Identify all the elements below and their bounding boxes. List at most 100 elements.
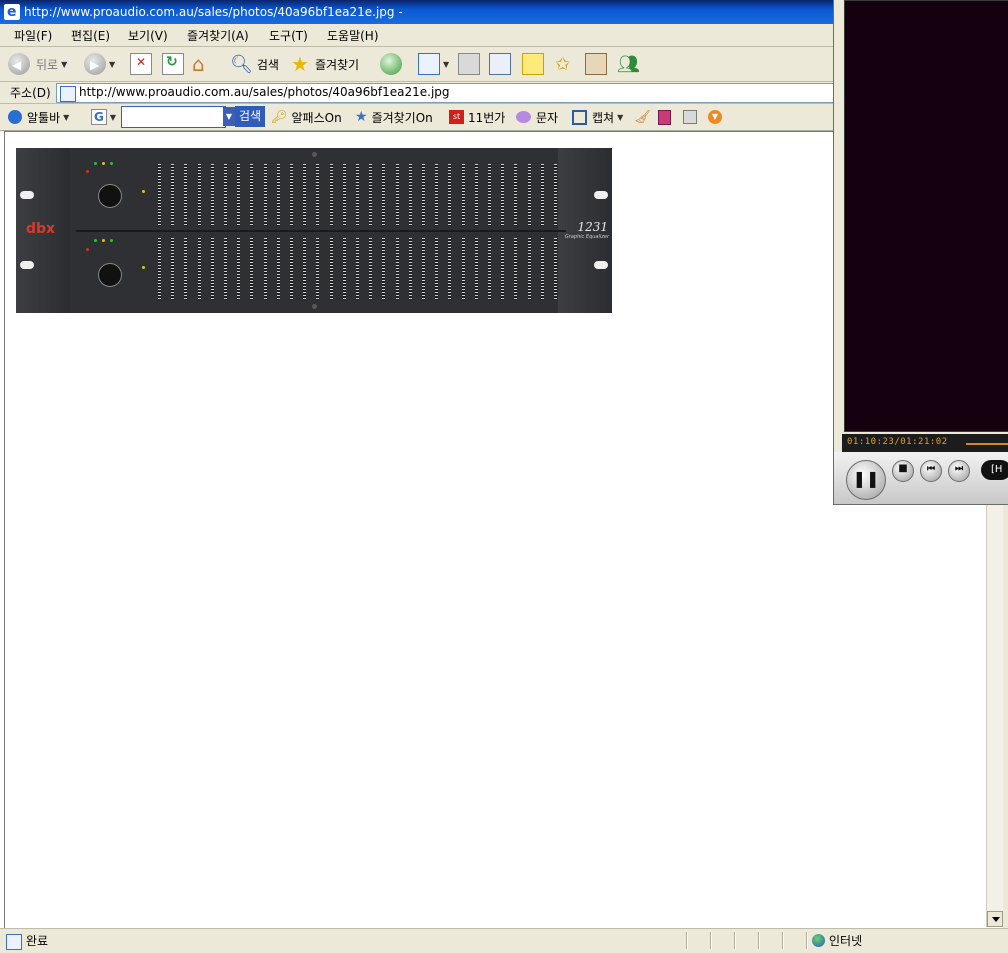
back-dropdown-icon[interactable]: ▼ — [61, 60, 67, 69]
capture-button[interactable]: 캡쳐 ▼ — [572, 108, 623, 126]
history-icon — [380, 53, 402, 75]
eq-fader — [250, 238, 254, 300]
status-separator — [686, 932, 687, 949]
led — [86, 248, 89, 251]
eq-fader — [488, 238, 491, 300]
sms-button[interactable]: 문자 — [516, 108, 558, 126]
save-button[interactable] — [683, 108, 697, 126]
alpass-button[interactable]: 🔑︎ 알패스On — [271, 108, 342, 126]
note-icon — [522, 53, 544, 75]
stop-button[interactable]: ■ — [892, 460, 914, 482]
menu-edit[interactable]: 편집(E) — [71, 27, 110, 44]
key-icon: 🔑︎ — [271, 109, 288, 125]
eq-fader — [501, 164, 505, 226]
refresh-button[interactable]: ↻ — [162, 52, 184, 76]
menu-view[interactable]: 보기(V) — [128, 27, 168, 44]
vertical-scrollbar[interactable] — [986, 504, 1004, 927]
seek-bar[interactable] — [966, 443, 1008, 445]
mail-dropdown-icon[interactable]: ▼ — [443, 60, 449, 69]
altoolbar-dropdown-icon[interactable]: ▼ — [63, 113, 69, 122]
eq-fader — [303, 164, 307, 226]
favorites-on-button[interactable]: ★ 즐겨찾기On — [355, 108, 433, 126]
capture-label: 캡쳐 — [592, 110, 615, 125]
more-button[interactable]: ▼ — [708, 108, 722, 126]
media-player-window[interactable]: 01:10:23/01:21:02 ❚❚ ■ ⏮︎ ⏭︎ [H — [833, 0, 1008, 505]
menu-tools[interactable]: 도구(T) — [269, 27, 308, 44]
globe-icon — [812, 934, 825, 947]
security-zone: 인터넷 — [829, 934, 863, 948]
notes-button[interactable] — [522, 52, 544, 76]
model-subtitle: Graphic Equalizer — [564, 234, 609, 240]
search-submit-button[interactable]: 검색 — [235, 106, 265, 127]
engine-dropdown-icon[interactable]: ▼ — [110, 113, 116, 122]
address-url[interactable]: http://www.proaudio.com.au/sales/photos/… — [79, 85, 450, 99]
rack-hole — [594, 261, 608, 269]
menu-help[interactable]: 도움말(H) — [327, 27, 379, 44]
address-input[interactable]: http://www.proaudio.com.au/sales/photos/… — [56, 83, 835, 103]
altoolbar-button[interactable]: 알툴바 ▼ — [8, 108, 69, 126]
back-button[interactable]: ◀ 뒤로 ▼ — [8, 52, 67, 76]
cleaner-button[interactable]: 🧹︎ — [634, 108, 651, 126]
mode-button[interactable]: [H — [981, 460, 1008, 480]
back-label: 뒤로 — [36, 57, 59, 72]
edit-button[interactable] — [489, 52, 511, 76]
mail-button[interactable]: ▼ — [418, 52, 449, 76]
pause-button[interactable]: ❚❚ — [846, 460, 886, 500]
history-button[interactable] — [380, 52, 402, 76]
window-frame — [1003, 504, 1008, 928]
stop-button[interactable]: ✕ — [130, 52, 152, 76]
eq-fader — [263, 238, 267, 300]
eq-fader — [184, 238, 188, 300]
forward-arrow-icon: ▶ — [84, 53, 106, 75]
menu-file[interactable]: 파일(F) — [14, 27, 52, 44]
status-separator — [734, 932, 735, 949]
favorite-add-icon: ✩ — [555, 53, 571, 75]
bookmark-icon — [658, 109, 671, 125]
print-button[interactable] — [458, 52, 480, 76]
rack-ear-left: dbx — [16, 148, 70, 313]
eq-fader — [250, 164, 254, 226]
eq-fader — [408, 238, 412, 300]
led — [86, 170, 89, 173]
eq-fader — [276, 238, 280, 300]
browser-title-bar[interactable]: http://www.proaudio.com.au/sales/photos/… — [0, 0, 834, 24]
pause-icon: ❚❚ — [852, 469, 880, 488]
previous-button[interactable]: ⏮︎ — [920, 460, 942, 482]
bookmark-button[interactable] — [658, 108, 671, 126]
research-icon — [585, 53, 607, 75]
search-input[interactable] — [121, 106, 226, 128]
next-icon: ⏭︎ — [954, 464, 964, 474]
led — [142, 190, 145, 193]
research-button[interactable] — [585, 52, 607, 76]
address-label: 주소(D) — [10, 86, 51, 100]
eq-fader — [171, 164, 175, 226]
screw — [312, 304, 317, 309]
forward-button[interactable]: ▶ ▼ — [84, 52, 115, 76]
favorites-button[interactable]: ★ 즐겨찾기 — [291, 52, 359, 76]
eleven-st-button[interactable]: st 11번가 — [449, 108, 505, 126]
next-button[interactable]: ⏭︎ — [948, 460, 970, 482]
video-area[interactable] — [844, 0, 1008, 432]
led — [102, 239, 105, 242]
stop-icon: ■ — [898, 463, 908, 474]
eq-fader — [514, 238, 518, 300]
eq-fader — [237, 164, 241, 226]
menu-favorites[interactable]: 즐겨찾기(A) — [187, 27, 249, 44]
search-button[interactable]: 🔍︎ 검색 — [230, 52, 279, 76]
search-history-dropdown-icon[interactable]: ▼ — [223, 107, 235, 126]
scroll-down-button[interactable] — [987, 911, 1003, 927]
home-button[interactable]: ⌂ — [192, 52, 205, 76]
messenger-button[interactable]: 👥︎ — [617, 52, 640, 76]
eleven-st-icon: st — [449, 110, 464, 124]
forward-dropdown-icon[interactable]: ▼ — [109, 60, 115, 69]
eq-fader — [369, 238, 373, 300]
capture-dropdown-icon[interactable]: ▼ — [617, 113, 623, 122]
eq-fader — [171, 238, 175, 300]
edit-icon — [489, 53, 511, 75]
google-engine-button[interactable]: G ▼ — [91, 108, 116, 126]
eq-fader — [540, 164, 544, 226]
alpass-label: 알패스On — [291, 110, 342, 125]
eq-fader — [474, 238, 478, 300]
eq-fader — [329, 164, 333, 226]
favorite-add-button[interactable]: ✩ — [555, 52, 570, 76]
